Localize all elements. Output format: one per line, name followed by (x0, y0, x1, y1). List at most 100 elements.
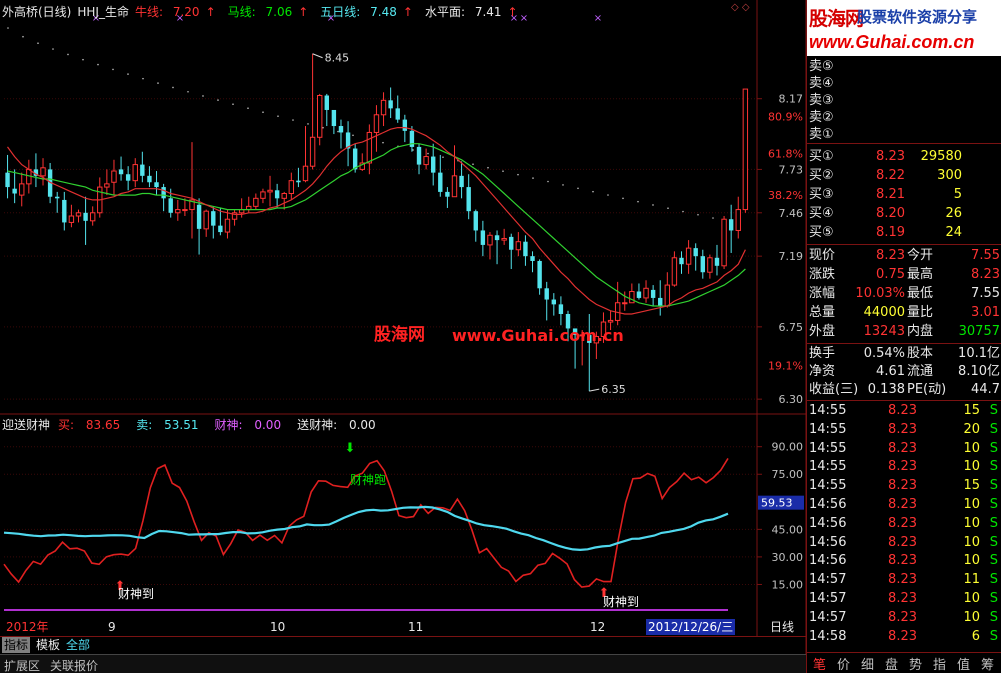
tick-time: 14:57 (809, 609, 847, 625)
tick-row[interactable]: 14:55 8.23 10 S (807, 439, 1001, 459)
water-level-dot (352, 134, 354, 137)
ask-row[interactable]: 卖① (807, 125, 1001, 145)
water-level-dot (187, 90, 189, 93)
candle-body (509, 236, 514, 250)
bid-label: 买① (809, 149, 834, 164)
niu-label: 牛线: 7.20 ↑ (135, 5, 222, 19)
buy-value: 83.65 (85, 418, 121, 432)
tick-row[interactable]: 14:56 8.23 10 S (807, 533, 1001, 553)
water-level-dot (667, 207, 669, 210)
stat-row[interactable]: 现价 8.23 今开 7.55 (807, 246, 1001, 266)
candle-body (118, 169, 124, 175)
candle-body (140, 164, 145, 176)
candle-body (203, 210, 209, 230)
tick-side: S (989, 534, 998, 550)
tick-time: 14:56 (809, 515, 847, 531)
sidebar-footer-tabs: 笔价细盘势指值筹 (807, 652, 1001, 673)
tick-row[interactable]: 14:56 8.23 10 S (807, 551, 1001, 571)
stat-value: 30757 (958, 324, 1000, 339)
price-axis-label: 19.1% (768, 359, 803, 372)
footer-tab[interactable]: 价 (837, 654, 850, 673)
water-level-dot (217, 99, 219, 101)
footer-tab[interactable]: 笔 (813, 654, 826, 673)
water-level-dot (322, 126, 324, 129)
tick-price: 8.23 (888, 515, 917, 531)
extra-row[interactable]: 收益(三) 0.138 PE(动) 44.7 (807, 380, 1001, 400)
songcaishen-value: 0.00 (348, 418, 376, 432)
watermark-left: 股海网 (374, 325, 425, 345)
footer-tab[interactable]: 指 (933, 654, 946, 673)
stat-row[interactable]: 涨跌 0.75 最高 8.23 (807, 265, 1001, 285)
extra-row[interactable]: 净资 4.61 流通 8.10亿 (807, 362, 1001, 382)
tick-row[interactable]: 14:57 8.23 10 S (807, 589, 1001, 609)
banner: 股海网 股票软件资源分享 www.Guhai.com.cn (807, 0, 1001, 56)
price-axis-label: 8.17 (779, 93, 804, 106)
stat-row[interactable]: 涨幅 10.03% 最低 7.55 (807, 284, 1001, 304)
period-label[interactable]: 日线 (768, 619, 796, 635)
water-level-dot (487, 166, 489, 169)
window-control-icons[interactable]: ◇ ◇ (731, 2, 750, 13)
water-level-dot (292, 119, 294, 121)
tick-volume: 10 (963, 534, 980, 550)
ma-label-text: 马线: (227, 5, 256, 19)
chart-area[interactable]: 8.17 80.9% 7.73 61.8% 7.46 7.19 38.2% 6.75 19.1%… (0, 0, 806, 673)
ext-area-button[interactable]: 扩展区 (4, 657, 40, 673)
stat-value: 10.03% (855, 286, 905, 301)
tick-row[interactable]: 14:57 8.23 11 S (807, 570, 1001, 590)
tick-row[interactable]: 14:58 8.23 6 S (807, 627, 1001, 647)
date-oct: 10 (270, 620, 286, 634)
tab-all[interactable]: 全部 (64, 637, 92, 653)
tick-row[interactable]: 14:57 8.23 10 S (807, 608, 1001, 628)
bid-price: 8.21 (876, 187, 905, 202)
candle-body (523, 241, 528, 257)
low-price-label: 6.35 (601, 383, 626, 396)
bid-volume: 26 (945, 206, 962, 221)
footer-tab[interactable]: 盘 (885, 654, 898, 673)
bid-label: 买② (809, 168, 834, 183)
stat-row[interactable]: 总量 44000 量比 3.01 (807, 303, 1001, 323)
extra-row[interactable]: 换手 0.54% 股本 10.1亿 (807, 344, 1001, 364)
tab-template[interactable]: 模板 (34, 637, 62, 653)
tick-volume: 10 (963, 440, 980, 456)
tick-price: 8.23 (888, 497, 917, 512)
stat-row[interactable]: 外盘 13243 内盘 30757 (807, 322, 1001, 342)
price-axis-label: 6.75 (779, 321, 804, 334)
tick-side: S (989, 628, 998, 644)
water-level-dot (67, 53, 69, 56)
bid-row[interactable]: 买① 8.23 29580 (807, 147, 1001, 167)
niu-up-arrow-icon: ↑ (205, 5, 216, 19)
stat-label: 最高 (907, 267, 934, 282)
songcaishen-label: 送财神: 0.00 (297, 418, 384, 432)
bid-row[interactable]: 买③ 8.21 5 (807, 185, 1001, 205)
tick-row[interactable]: 14:56 8.23 10 S (807, 514, 1001, 534)
water-level-dot (172, 86, 174, 89)
related-quote-button[interactable]: 关联报价 (50, 657, 98, 673)
candle-body (62, 199, 67, 223)
price-axis-label: 7.73 (779, 163, 804, 176)
footer-tab[interactable]: 细 (861, 654, 874, 673)
tick-row[interactable]: 14:55 8.23 10 S (807, 457, 1001, 477)
footer-tab[interactable]: 筹 (981, 654, 994, 673)
tick-side: S (989, 591, 998, 606)
tick-row[interactable]: 14:55 8.23 15 S (807, 476, 1001, 496)
tick-row[interactable]: 14:55 8.23 15 S (807, 401, 1001, 421)
water-label: 水平面: 7.41 ↑ (425, 5, 524, 19)
water-level-dot (157, 82, 159, 84)
bid-row[interactable]: 买② 8.22 300 (807, 166, 1001, 186)
stat-label: 涨幅 (809, 286, 836, 301)
footer-tab[interactable]: 值 (957, 654, 970, 673)
candle-body (530, 256, 535, 261)
tick-price: 8.23 (888, 421, 917, 437)
date-nov: 11 (408, 620, 424, 634)
tab-indicator[interactable]: 指标 (2, 637, 31, 653)
footer-tab[interactable]: 势 (909, 654, 922, 673)
ind-axis-label: 15.00 (772, 578, 804, 591)
bid-row[interactable]: 买⑤ 8.19 24 (807, 223, 1001, 243)
bid-row[interactable]: 买④ 8.20 26 (807, 204, 1001, 224)
candle-body (671, 257, 678, 286)
candle-body (125, 174, 131, 181)
candle-body (373, 114, 380, 133)
tick-row[interactable]: 14:55 8.23 20 S (807, 420, 1001, 440)
tick-row[interactable]: 14:56 8.23 10 S (807, 495, 1001, 515)
candle-body (75, 212, 82, 217)
